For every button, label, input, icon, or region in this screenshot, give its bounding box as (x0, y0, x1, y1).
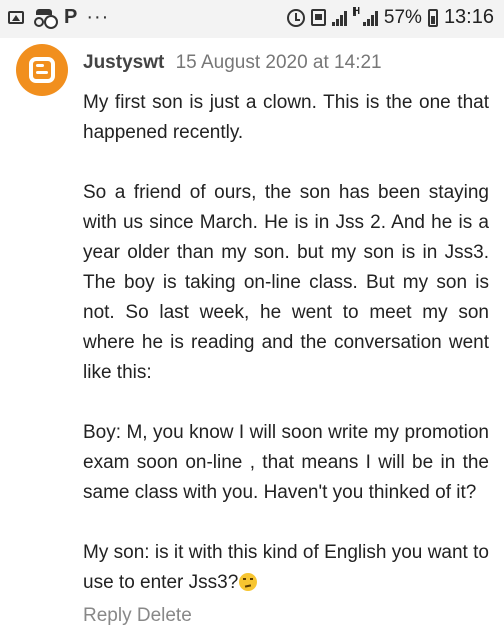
battery-percent: 57% (383, 6, 422, 28)
status-bar-left: P ··· (8, 6, 110, 28)
alarm-icon (286, 8, 305, 27)
reply-link[interactable]: Reply (83, 605, 132, 626)
comment-body: My first son is just a clown. This is th… (83, 88, 489, 598)
comment-paragraph: My first son is just a clown. This is th… (83, 92, 489, 143)
battery-icon (427, 8, 438, 27)
status-bar: P ··· H 57% 13:16 (0, 0, 504, 38)
p-app-icon: P (64, 6, 78, 28)
comment-date[interactable]: 15 August 2020 at 14:21 (176, 52, 382, 73)
signal-icon-2: H (352, 6, 378, 26)
signal-icon (331, 10, 347, 26)
status-bar-right: H 57% 13:16 (286, 6, 494, 29)
comment-actions: Reply Delete (83, 605, 192, 627)
image-icon (8, 10, 24, 24)
comment-header: Justyswt 15 August 2020 at 14:21 (83, 52, 382, 74)
avatar[interactable] (16, 44, 68, 96)
comment-paragraph: Boy: M, you know I will soon write my pr… (83, 422, 489, 503)
comment-author[interactable]: Justyswt (83, 52, 164, 73)
calendar-icon (310, 9, 326, 26)
comment-paragraph-text: My son: is it with this kind of English … (83, 542, 489, 593)
incognito-icon (33, 9, 55, 27)
comment-paragraph-last: My son: is it with this kind of English … (83, 538, 489, 598)
more-dots-icon: ··· (86, 6, 110, 28)
clock: 13:16 (443, 6, 494, 28)
delete-link[interactable]: Delete (137, 605, 192, 626)
signal-type-label: H (352, 5, 361, 17)
comment-paragraph: So a friend of ours, the son has been st… (83, 182, 489, 383)
unamused-face-icon (239, 573, 258, 591)
blogger-icon (29, 57, 55, 83)
